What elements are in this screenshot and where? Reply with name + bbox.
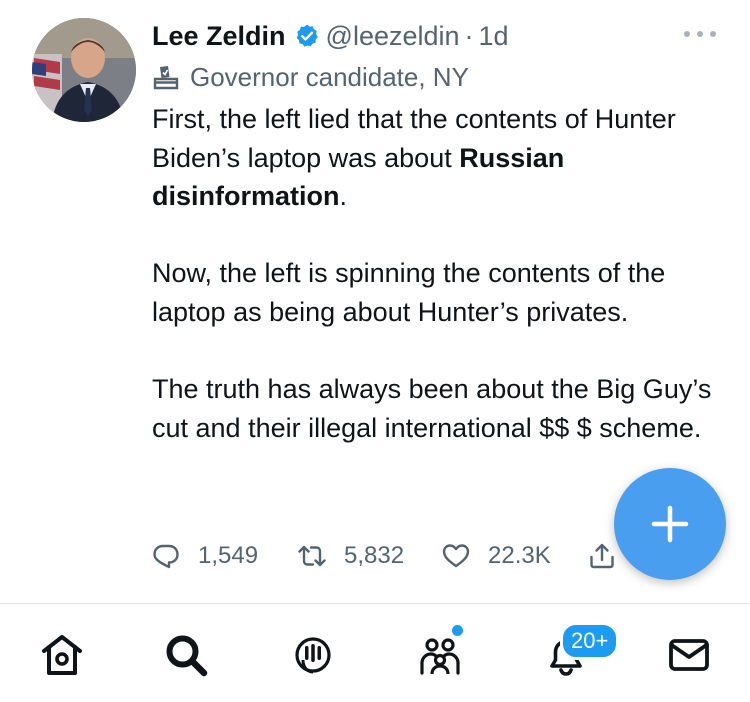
plus-icon — [651, 505, 689, 543]
tweet-timestamp[interactable]: 1d — [479, 21, 509, 52]
retweet-button[interactable]: 5,832 — [298, 536, 404, 576]
author-name[interactable]: Lee Zeldin — [152, 21, 286, 52]
tab-search[interactable] — [161, 630, 211, 680]
ballot-box-icon — [153, 66, 179, 90]
verified-badge-icon — [294, 23, 320, 49]
tab-spaces[interactable] — [288, 630, 338, 680]
share-button[interactable] — [588, 536, 616, 576]
more-icon[interactable] — [684, 24, 716, 44]
tweet-header: Lee Zeldin @leezeldin · 1d — [152, 16, 509, 56]
reply-button[interactable]: 1,549 — [152, 536, 258, 576]
notifications-badge: 20+ — [560, 622, 620, 660]
tweet-text-part-1: First, the left lied that the contents o… — [152, 104, 684, 173]
spaces-icon — [295, 637, 331, 674]
reply-icon — [153, 544, 179, 569]
communities-icon — [420, 638, 460, 675]
tweet-text-part-2: . Now, the left is spinning the contents… — [152, 181, 712, 443]
avatar[interactable] — [32, 18, 136, 122]
tweet-text: First, the left lied that the contents o… — [152, 100, 727, 447]
share-icon — [590, 543, 614, 569]
reply-count: 1,549 — [198, 542, 259, 569]
like-button[interactable]: 22.3K — [442, 536, 551, 576]
separator-dot: · — [464, 20, 474, 51]
retweet-icon — [298, 545, 326, 567]
compose-tweet-button[interactable] — [614, 468, 726, 580]
like-count: 22.3K — [488, 542, 551, 569]
search-icon — [166, 635, 208, 677]
mail-icon — [669, 639, 709, 671]
communities-badge — [452, 625, 463, 636]
retweet-count: 5,832 — [344, 542, 405, 569]
tab-communities[interactable] — [415, 630, 465, 680]
home-icon — [42, 635, 82, 675]
account-label-text: Governor candidate, NY — [190, 61, 469, 92]
account-label: Governor candidate, NY — [152, 58, 469, 96]
tab-home[interactable] — [37, 630, 87, 680]
tweet-actions: 1,549 5,832 22.3K — [152, 536, 622, 576]
heart-icon — [442, 544, 470, 568]
tab-messages[interactable] — [664, 630, 714, 680]
author-handle[interactable]: @leezeldin — [326, 21, 460, 52]
bottom-tab-bar: 20+ — [0, 604, 750, 702]
